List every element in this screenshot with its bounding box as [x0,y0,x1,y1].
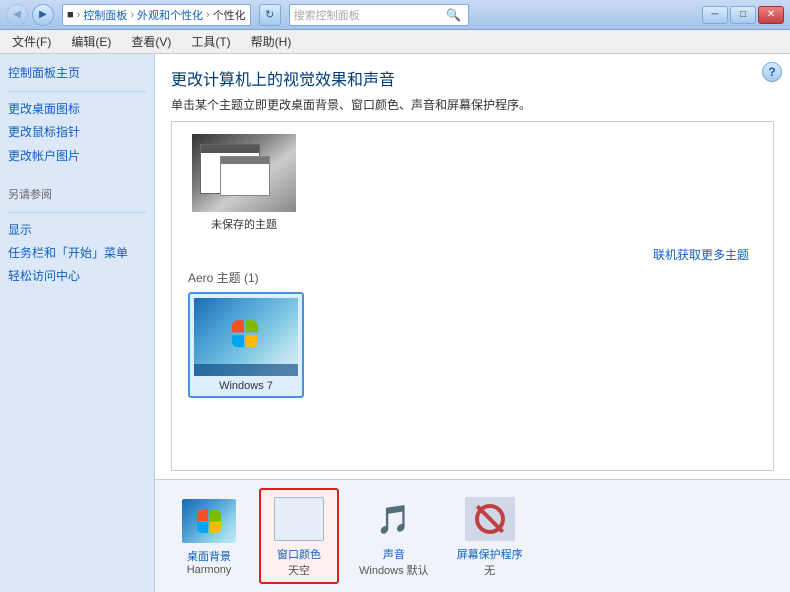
unsaved-window-1-header [201,145,259,153]
search-bar[interactable]: 搜索控制面板 🔍 [289,4,469,26]
address-sep1: › [77,9,81,21]
window-color-icon [274,497,324,541]
window-color-sublabel: 天空 [288,562,310,578]
window-color-icon-area [269,494,329,544]
unsaved-window-2-header [221,157,269,164]
sidebar: 控制面板主页 更改桌面图标 更改鼠标指针 更改帐户图片 另请参阅 显示 任务栏和… [0,54,155,592]
sidebar-link-taskbar[interactable]: 任务栏和「开始」菜单 [8,244,146,263]
screensaver-sublabel: 无 [484,562,495,578]
unsaved-themes-grid: 未保存的主题 [188,130,757,236]
forward-button[interactable]: ▶ [32,4,54,26]
menu-tools[interactable]: 工具(T) [185,31,236,52]
content-area: ? 更改计算机上的视觉效果和声音 单击某个主题立即更改桌面背景、窗口颜色、声音和… [155,54,790,592]
sound-label[interactable]: 声音 [383,546,405,562]
win7-theme-item[interactable]: Windows 7 [188,292,304,398]
minimize-button[interactable]: ─ [702,6,728,24]
win-logo-q1 [232,320,244,332]
address-sep3: › [206,9,210,21]
sidebar-link-desktop-icons[interactable]: 更改桌面图标 [8,100,146,119]
sidebar-section-title: 另请参阅 [8,186,146,202]
screensaver-label[interactable]: 屏幕保护程序 [457,546,523,562]
desktop-background-label[interactable]: 桌面背景 [187,548,231,564]
window-color-item[interactable]: 窗口颜色 天空 [259,488,339,584]
aero-section-label: Aero 主题 (1) [188,269,757,286]
win7-theme-preview [194,298,298,376]
sidebar-link-home[interactable]: 控制面板主页 [8,64,146,83]
win7-taskbar [194,364,298,376]
refresh-button[interactable]: ↻ [259,4,281,26]
menu-view[interactable]: 查看(V) [125,31,177,52]
address-sep2: › [130,9,134,21]
sidebar-link-display[interactable]: 显示 [8,221,146,240]
win7-theme-name: Windows 7 [219,380,273,392]
win-logo-q3 [232,335,244,347]
desktop-background-icon [182,499,236,543]
sound-icon: 🎵 [376,503,411,536]
address-root: ■ [67,9,74,21]
content-header: 更改计算机上的视觉效果和声音 单击某个主题立即更改桌面背景、窗口颜色、声音和屏幕… [155,54,790,121]
unsaved-window-2 [220,156,270,196]
address-part1[interactable]: 控制面板 [83,7,127,23]
desktop-background-icon-area [179,496,239,546]
sidebar-divider-1 [8,91,146,92]
address-bar[interactable]: ■ › 控制面板 › 外观和个性化 › 个性化 [62,4,251,26]
sound-icon-area: 🎵 [364,494,424,544]
title-bar: ◀ ▶ ■ › 控制面板 › 外观和个性化 › 个性化 ↻ 搜索控制面板 🔍 ─… [0,0,790,30]
sound-sublabel: Windows 默认 [359,562,429,578]
main-layout: 控制面板主页 更改桌面图标 更改鼠标指针 更改帐户图片 另请参阅 显示 任务栏和… [0,54,790,592]
aero-themes-grid: Windows 7 [188,292,757,398]
search-icon[interactable]: 🔍 [444,5,464,25]
desktop-background-sublabel: Harmony [187,564,232,576]
desktop-background-item[interactable]: 桌面背景 Harmony [171,492,247,580]
help-button[interactable]: ? [762,62,782,82]
content-title: 更改计算机上的视觉效果和声音 [171,66,774,90]
sidebar-link-accessibility[interactable]: 轻松访问中心 [8,267,146,286]
title-bar-left: ◀ ▶ ■ › 控制面板 › 外观和个性化 › 个性化 ↻ 搜索控制面板 🔍 [6,4,469,26]
content-subtitle: 单击某个主题立即更改桌面背景、窗口颜色、声音和屏幕保护程序。 [171,96,774,113]
sidebar-link-mouse[interactable]: 更改鼠标指针 [8,123,146,142]
screensaver-icon [465,497,515,541]
screensaver-item[interactable]: 屏幕保护程序 无 [449,490,531,582]
window-color-label[interactable]: 窗口颜色 [277,546,321,562]
back-button[interactable]: ◀ [6,4,28,26]
win7-logo [232,320,260,348]
unsaved-theme-name: 未保存的主题 [211,216,277,232]
win-logo-q2 [246,320,258,332]
sidebar-divider-2 [8,212,146,213]
menu-help[interactable]: 帮助(H) [245,31,298,52]
sidebar-link-account-pic[interactable]: 更改帐户图片 [8,147,146,166]
close-button[interactable]: ✕ [758,6,784,24]
sound-item[interactable]: 🎵 声音 Windows 默认 [351,490,437,582]
win-logo-q4 [246,335,258,347]
no-sign-icon [475,504,505,534]
menu-file[interactable]: 文件(F) [6,31,57,52]
address-part2[interactable]: 外观和个性化 [137,7,203,23]
themes-scroll-area[interactable]: 未保存的主题 联机获取更多主题 Aero 主题 (1) [171,121,774,471]
unsaved-theme-preview [192,134,296,212]
bottom-bar: 桌面背景 Harmony 窗口颜色 天空 🎵 声音 Windows 默认 [155,479,790,592]
menu-edit[interactable]: 编辑(E) [65,31,117,52]
address-part3: 个性化 [213,7,246,23]
title-bar-controls: ─ □ ✕ [702,6,784,24]
screensaver-icon-area [460,494,520,544]
search-placeholder-text: 搜索控制面板 [294,7,444,23]
unsaved-theme-item[interactable]: 未保存的主题 [188,130,300,236]
menu-bar: 文件(F) 编辑(E) 查看(V) 工具(T) 帮助(H) [0,30,790,54]
maximize-button[interactable]: □ [730,6,756,24]
get-more-themes-link[interactable]: 联机获取更多主题 [653,248,749,262]
